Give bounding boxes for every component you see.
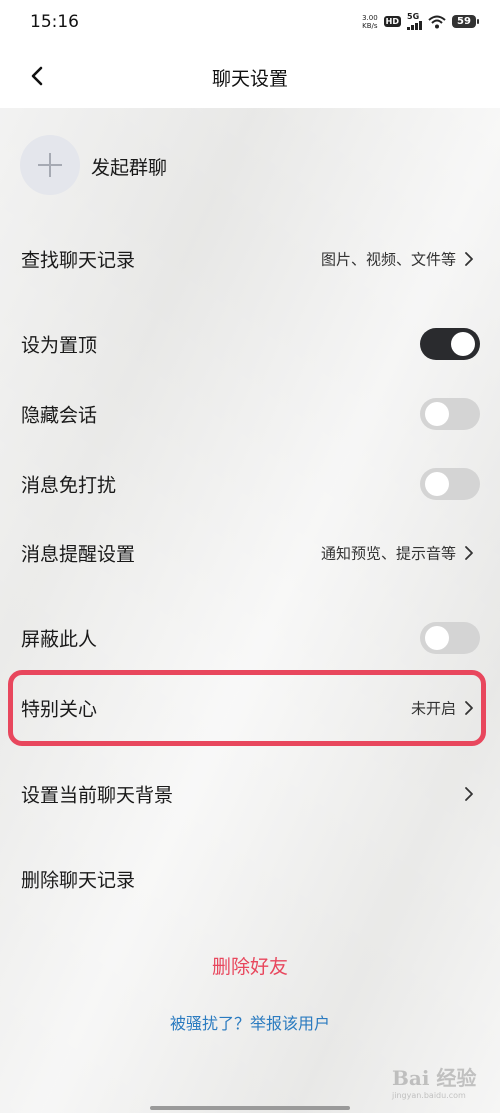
reminder-settings-label: 消息提醒设置: [21, 543, 136, 566]
watermark-site: jingyan.baidu.com: [392, 1091, 466, 1100]
status-icons: 3.00 KB/s HD 5G 59: [362, 13, 479, 30]
special-care-row[interactable]: 特别关心 未开启: [0, 678, 500, 738]
block-user-row: 屏蔽此人: [0, 608, 500, 668]
pin-to-top-toggle[interactable]: [420, 328, 480, 360]
report-user-link[interactable]: 被骚扰了？举报该用户: [0, 1010, 500, 1034]
watermark-brand: Bai 经验: [392, 1066, 477, 1090]
network-type-label: 5G: [407, 12, 420, 21]
chat-background-label: 设置当前聊天背景: [21, 784, 174, 807]
battery-level: 59: [457, 16, 471, 27]
do-not-disturb-label: 消息免打扰: [21, 474, 117, 497]
block-user-label: 屏蔽此人: [21, 628, 98, 651]
plus-icon: [20, 135, 80, 195]
page-title: 聊天设置: [211, 68, 288, 90]
do-not-disturb-toggle[interactable]: [420, 468, 480, 500]
network-speed: 3.00 KB/s: [362, 14, 378, 30]
clear-chat-history-label: 删除聊天记录: [21, 869, 136, 892]
delete-friend-button[interactable]: 删除好友: [0, 952, 500, 979]
status-time: 15:16: [30, 12, 79, 32]
hide-chat-row: 隐藏会话: [0, 384, 500, 444]
special-care-label: 特别关心: [21, 698, 98, 721]
search-chat-history-value: 图片、视频、文件等: [320, 250, 456, 269]
clear-chat-history-row[interactable]: 删除聊天记录: [0, 849, 500, 909]
baidu-jingyan-watermark: Bai 经验 jingyan.baidu.com: [392, 1058, 484, 1104]
do-not-disturb-row: 消息免打扰: [0, 454, 500, 514]
wifi-icon: [428, 15, 446, 28]
special-care-value: 未开启: [410, 699, 456, 718]
block-user-toggle[interactable]: [420, 622, 480, 654]
pin-to-top-row: 设为置顶: [0, 314, 500, 374]
nav-bar: 聊天设置: [0, 44, 500, 108]
chevron-right-icon: [465, 252, 473, 266]
hide-chat-label: 隐藏会话: [21, 404, 98, 427]
pin-to-top-label: 设为置顶: [21, 334, 98, 357]
hide-chat-toggle[interactable]: [420, 398, 480, 430]
hd-icon: HD: [383, 16, 401, 27]
search-chat-history-row[interactable]: 查找聊天记录 图片、视频、文件等: [0, 229, 500, 289]
reminder-settings-row[interactable]: 消息提醒设置 通知预览、提示音等: [0, 523, 500, 583]
start-group-chat-button[interactable]: 发起群聊: [20, 135, 320, 195]
chat-background-row[interactable]: 设置当前聊天背景: [0, 764, 500, 824]
start-group-chat-label: 发起群聊: [91, 157, 168, 179]
signal-bars-icon: [407, 21, 422, 30]
home-indicator[interactable]: [150, 1106, 350, 1110]
search-chat-history-label: 查找聊天记录: [21, 249, 136, 272]
network-speed-value: 3.00: [362, 13, 378, 22]
chevron-right-icon: [465, 546, 473, 560]
chevron-right-icon: [465, 787, 473, 801]
reminder-settings-value: 通知预览、提示音等: [320, 544, 456, 563]
chevron-right-icon: [465, 701, 473, 715]
battery-icon: 59: [452, 15, 479, 28]
status-bar: 15:16 3.00 KB/s HD 5G 59: [0, 0, 500, 44]
cellular-signal-icon: 5G: [407, 13, 422, 30]
network-speed-unit: KB/s: [362, 21, 378, 30]
